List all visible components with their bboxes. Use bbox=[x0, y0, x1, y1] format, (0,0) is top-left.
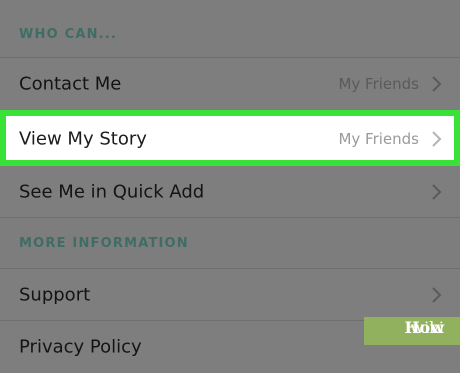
row-view-my-story-label: View My Story bbox=[19, 128, 147, 149]
row-quick-add-label: See Me in Quick Add bbox=[19, 181, 205, 203]
row-quick-add[interactable]: See Me in Quick Add bbox=[0, 165, 460, 218]
row-support[interactable]: Support bbox=[0, 268, 460, 321]
wikihow-watermark: wiki How bbox=[364, 317, 460, 345]
row-view-my-story-value: My Friends bbox=[338, 129, 419, 148]
row-contact-me-label: Contact Me bbox=[19, 73, 122, 95]
row-contact-me-value: My Friends bbox=[338, 75, 419, 93]
chevron-right-icon bbox=[432, 130, 442, 147]
chevron-right-icon bbox=[432, 184, 442, 200]
row-privacy-policy-label: Privacy Policy bbox=[19, 336, 142, 358]
watermark-suffix: How bbox=[404, 318, 444, 337]
row-view-my-story[interactable]: View My Story My Friends bbox=[0, 110, 460, 166]
section-header-who-can: WHO CAN... bbox=[19, 27, 118, 42]
settings-screen: WHO CAN... Contact Me My Friends View My… bbox=[0, 0, 460, 373]
row-contact-me[interactable]: Contact Me My Friends bbox=[0, 57, 460, 110]
row-support-label: Support bbox=[19, 284, 91, 306]
chevron-right-icon bbox=[432, 76, 442, 92]
chevron-right-icon bbox=[432, 287, 442, 303]
section-divider bbox=[0, 217, 460, 218]
section-header-more-information: MORE INFORMATION bbox=[19, 236, 189, 251]
